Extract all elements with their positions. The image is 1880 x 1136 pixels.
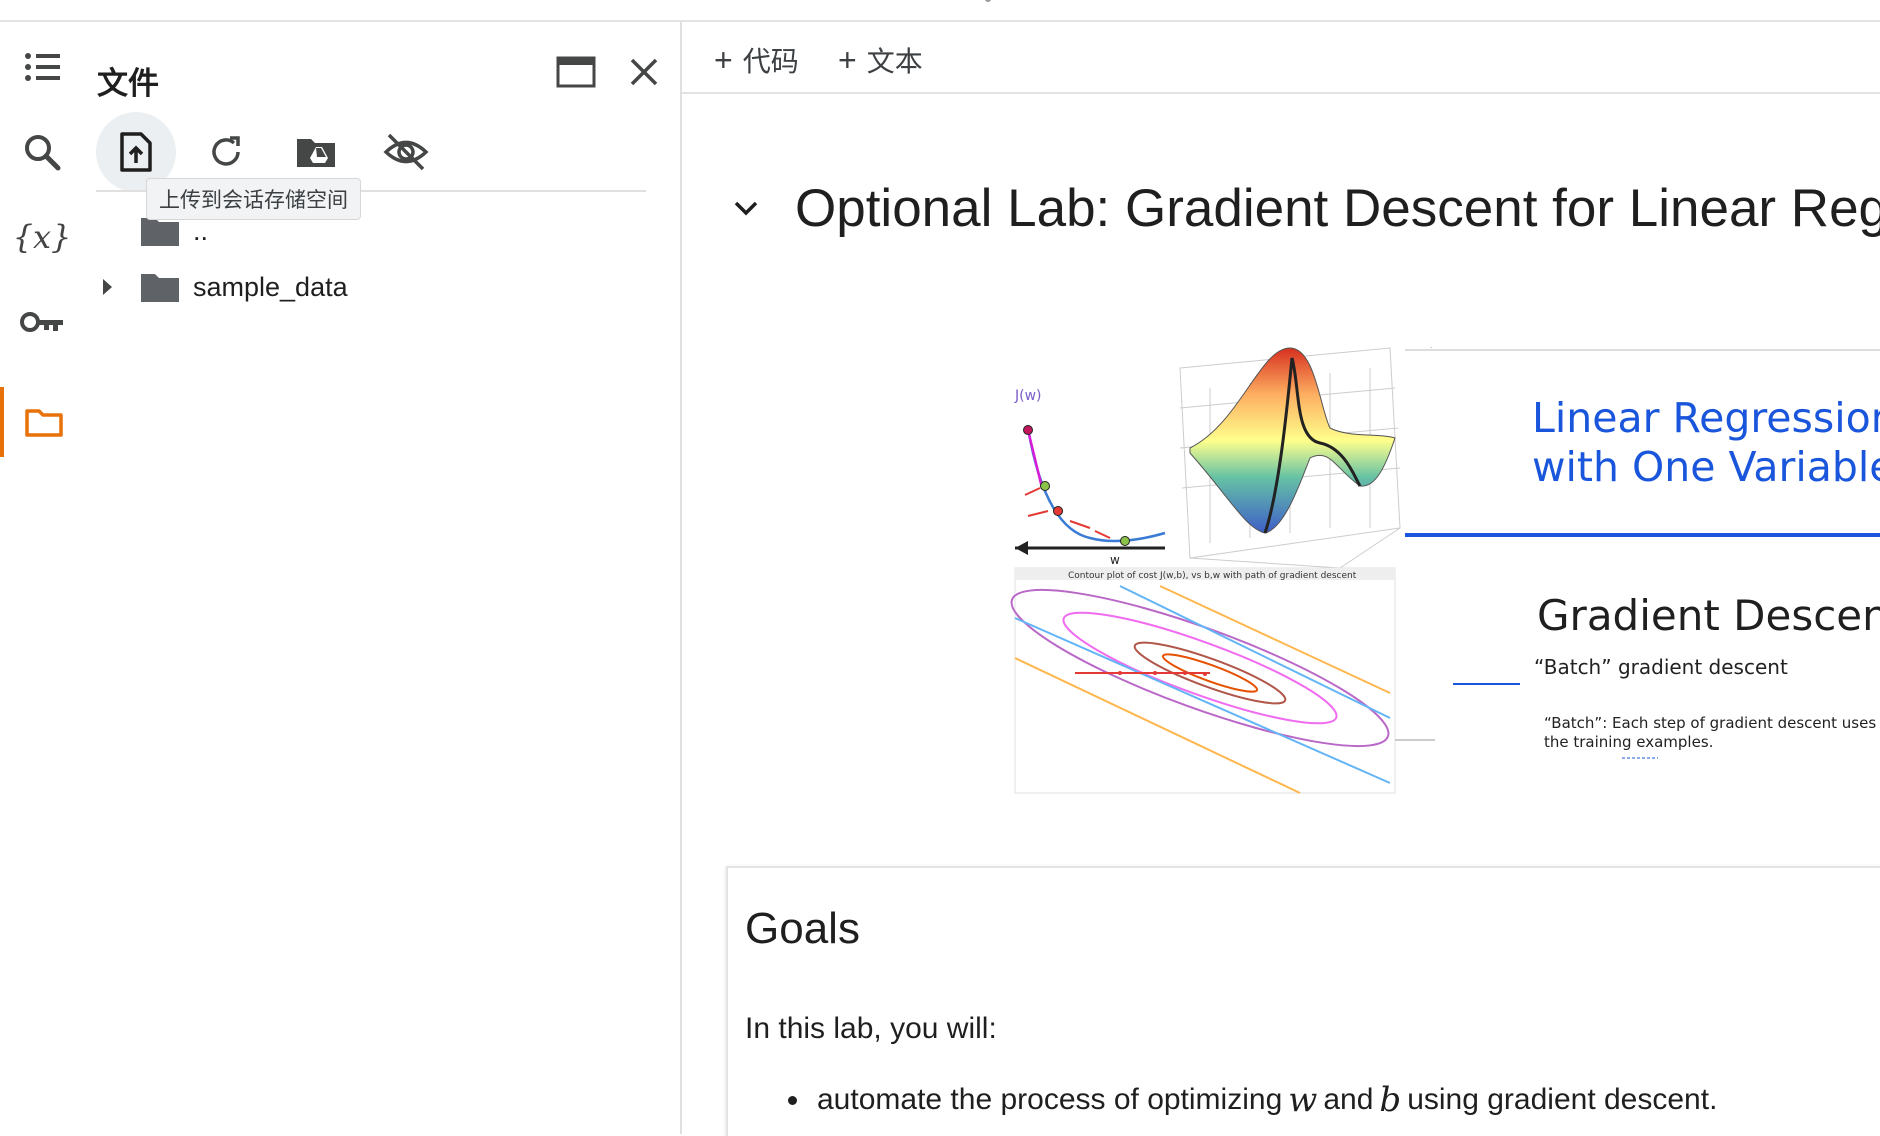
files-panel: 文件 .. sample_data 上传到会话存储空间: [84, 22, 682, 1134]
slide-gd-heading: Gradient Descent: [1537, 591, 1880, 640]
j-axis-label: J(w): [1014, 388, 1042, 404]
tree-item-label: ..: [193, 215, 209, 246]
rail-variables[interactable]: {x}: [0, 202, 84, 272]
slide-batch-subtitle: “Batch” gradient descent: [1534, 655, 1788, 679]
math-w: w: [1288, 1080, 1318, 1120]
contour-caption: Contour plot of cost J(w,b), vs b,w with…: [1068, 571, 1357, 581]
open-in-tab-button[interactable]: [554, 52, 598, 92]
variables-icon: {x}: [12, 218, 72, 256]
slide-title-line-1: Linear Regression: [1532, 394, 1880, 442]
plus-icon: +: [838, 41, 857, 78]
rail-secrets[interactable]: [0, 287, 84, 357]
markdown-cell[interactable]: Goals In this lab, you will: automate th…: [726, 866, 1880, 1136]
upload-tooltip: 上传到会话存储空间: [146, 178, 361, 220]
search-icon: [25, 135, 61, 171]
math-b: b: [1379, 1080, 1402, 1120]
add-code-label: 代码: [742, 46, 799, 77]
rail-files[interactable]: [0, 387, 84, 457]
w-axis-label: w: [1110, 553, 1120, 567]
left-rail: {x}: [0, 22, 84, 1134]
table-of-contents-icon: [25, 53, 60, 81]
add-text-button[interactable]: + 文本: [838, 40, 923, 80]
visibility-off-icon: [383, 133, 429, 171]
window-top-bar: [0, 0, 1880, 22]
plus-icon: +: [714, 41, 733, 78]
slide-title-line-2: with One Variable: [1532, 443, 1880, 491]
slide-batch-desc-1: “Batch”: Each step of gradient descent u…: [1544, 714, 1877, 732]
bullet-text-and: and: [1323, 1083, 1374, 1116]
folder-icon: [25, 409, 63, 437]
notebook-toolbar: + 代码 + 文本: [682, 22, 1880, 94]
slide-batch-desc-2: the training examples.: [1544, 733, 1714, 751]
tree-item-label: sample_data: [193, 271, 348, 302]
rail-table-of-contents[interactable]: [0, 32, 84, 102]
svg-text:.: .: [1430, 341, 1432, 350]
goals-heading: Goals: [745, 904, 860, 953]
expand-arrow-icon[interactable]: [94, 274, 120, 300]
bullet-text-post: using gradient descent.: [1407, 1083, 1718, 1116]
collapse-section-icon[interactable]: [730, 192, 762, 224]
hide-files-button[interactable]: [366, 112, 446, 192]
tree-item-sample-data[interactable]: sample_data: [94, 262, 348, 312]
goals-intro: In this lab, you will:: [745, 1012, 997, 1045]
top-indicator: [985, 0, 991, 2]
window-icon: [556, 56, 596, 88]
section-title: Optional Lab: Gradient Descent for Linea…: [795, 179, 1880, 238]
upload-file-icon: [120, 132, 152, 172]
rail-search[interactable]: [0, 117, 84, 187]
add-code-button[interactable]: + 代码: [714, 40, 799, 80]
close-icon: [630, 58, 658, 86]
add-text-label: 文本: [866, 46, 923, 77]
drive-folder-icon: [297, 139, 335, 167]
close-panel-button[interactable]: [624, 52, 664, 92]
panel-title: 文件: [97, 66, 159, 101]
bullet-dot: [788, 1095, 797, 1105]
bullet-text-pre: automate the process of optimizing: [817, 1083, 1283, 1116]
goal-bullet: automate the process of optimizing w and…: [788, 1080, 1717, 1120]
lab-illustration: J(w) w . Contour plot of cost J(w,b), vs…: [1010, 328, 1880, 798]
refresh-icon: [212, 136, 240, 166]
key-icon: [20, 312, 63, 332]
folder-icon: [141, 274, 179, 302]
